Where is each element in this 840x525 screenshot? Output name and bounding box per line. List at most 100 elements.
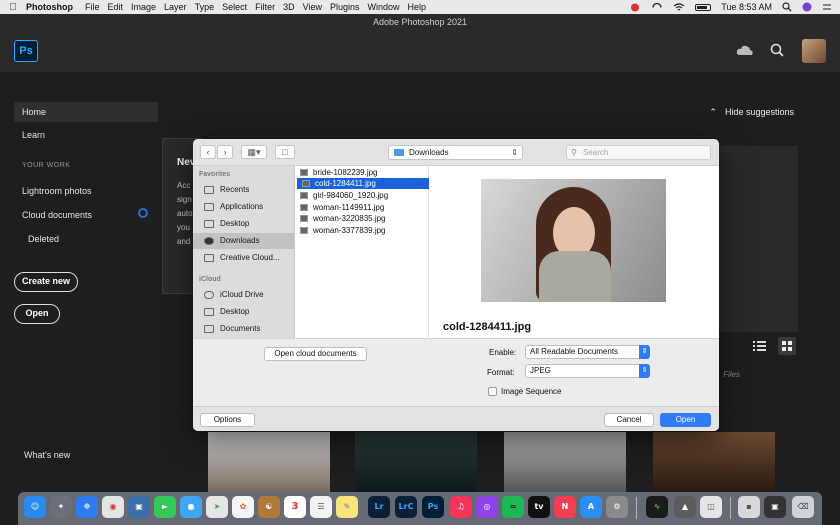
- menubar-clock[interactable]: Tue 8:53 AM: [721, 2, 772, 12]
- options-button[interactable]: Options: [200, 413, 255, 427]
- sidebar-item-icloud-desktop[interactable]: Desktop: [193, 304, 294, 320]
- menu-edit[interactable]: Edit: [108, 2, 132, 12]
- search-icon[interactable]: [770, 43, 784, 57]
- screenshot-stack-icon[interactable]: ▣: [764, 496, 786, 518]
- sidebar-item-icloud-documents[interactable]: Documents: [193, 321, 294, 337]
- list-view-icon[interactable]: [750, 337, 768, 355]
- finder-icon[interactable]: ☺: [24, 496, 46, 518]
- image-sequence-checkbox[interactable]: [488, 387, 497, 396]
- sidebar-item-icloud-drive[interactable]: iCloud Drive: [193, 287, 294, 303]
- messages-icon[interactable]: ●: [180, 496, 202, 518]
- news-icon[interactable]: N: [554, 496, 576, 518]
- grid-view-icon[interactable]: [778, 337, 796, 355]
- home-sidebar: Home Learn YOUR WORK Lightroom photos Cl…: [0, 72, 170, 492]
- hide-suggestions-toggle[interactable]: ⌃ Hide suggestions: [709, 107, 794, 118]
- script-editor-icon[interactable]: ▲: [674, 496, 696, 518]
- lightroom-icon[interactable]: Lr: [368, 496, 390, 518]
- menu-file[interactable]: File: [85, 2, 108, 12]
- recent-file-thumbnail[interactable]: [504, 432, 626, 492]
- reminders-icon[interactable]: ☰: [310, 496, 332, 518]
- file-row[interactable]: girl-984060_1920.jpg: [295, 190, 429, 201]
- recent-file-thumbnail[interactable]: [208, 432, 330, 492]
- sidebar-item-learn[interactable]: Learn: [14, 125, 158, 145]
- back-button[interactable]: ‹: [200, 145, 216, 159]
- launchpad-icon[interactable]: ✦: [50, 496, 72, 518]
- preview-app-icon[interactable]: ▣: [128, 496, 150, 518]
- format-select[interactable]: JPEG ⇕: [525, 364, 650, 378]
- file-row[interactable]: bride-1082239.jpg: [295, 167, 429, 178]
- notes-icon[interactable]: ✎: [336, 496, 358, 518]
- create-new-button[interactable]: Create new: [14, 272, 78, 292]
- wifi-icon[interactable]: [673, 2, 685, 12]
- forward-button[interactable]: ›: [217, 145, 233, 159]
- sidebar-item-home[interactable]: Home: [14, 102, 158, 122]
- file-row[interactable]: woman-3377839.jpg: [295, 225, 429, 236]
- photoshop-logo[interactable]: Ps: [14, 40, 38, 62]
- sidebar-item-recents[interactable]: Recents: [193, 182, 294, 198]
- contacts-icon[interactable]: ☯: [258, 496, 280, 518]
- user-avatar[interactable]: [802, 39, 826, 63]
- cloud-icon[interactable]: [736, 44, 754, 56]
- location-select[interactable]: Downloads ⇕: [388, 145, 523, 160]
- recent-file-thumbnail[interactable]: [355, 432, 477, 492]
- trash-icon[interactable]: ⌫: [792, 496, 814, 518]
- apple-tv-icon[interactable]: tv: [528, 496, 550, 518]
- menu-select[interactable]: Select: [222, 2, 255, 12]
- sidebar-item-applications[interactable]: Applications: [193, 199, 294, 215]
- sidebar-item-downloads[interactable]: Downloads: [193, 233, 294, 249]
- menu-image[interactable]: Image: [131, 2, 164, 12]
- open-file-button[interactable]: Open: [660, 413, 711, 427]
- chrome-icon[interactable]: ◉: [102, 496, 124, 518]
- file-row[interactable]: woman-3220835.jpg: [295, 213, 429, 224]
- sidebar-item-lightroom-photos[interactable]: Lightroom photos: [14, 181, 158, 201]
- image-capture-icon[interactable]: ◫: [700, 496, 722, 518]
- view-mode-button[interactable]: ▦▾: [241, 145, 267, 159]
- menu-view[interactable]: View: [303, 2, 330, 12]
- podcasts-icon[interactable]: ◎: [476, 496, 498, 518]
- recent-file-thumbnail[interactable]: [653, 432, 775, 492]
- menu-window[interactable]: Window: [368, 2, 408, 12]
- control-center-icon[interactable]: [822, 2, 832, 12]
- search-input[interactable]: ⚲ Search: [566, 145, 711, 160]
- file-row[interactable]: woman-1149911.jpg: [295, 202, 429, 213]
- music-icon[interactable]: ♫: [450, 496, 472, 518]
- menu-filter[interactable]: Filter: [255, 2, 283, 12]
- maps-icon[interactable]: ➤: [206, 496, 228, 518]
- app-store-icon[interactable]: A: [580, 496, 602, 518]
- menu-plugins[interactable]: Plugins: [330, 2, 368, 12]
- apple-icon[interactable]: : [0, 2, 26, 13]
- sidebar-item-deleted[interactable]: Deleted: [20, 229, 164, 249]
- image-file-icon: [300, 192, 308, 199]
- sidebar-item-cloud-documents[interactable]: Cloud documents: [14, 205, 158, 225]
- downloads-stack-icon[interactable]: ▪: [738, 496, 760, 518]
- enable-select[interactable]: All Readable Documents ⇕: [525, 345, 650, 359]
- menu-help[interactable]: Help: [408, 2, 435, 12]
- open-button[interactable]: Open: [14, 304, 60, 324]
- sidebar-item-creative-cloud[interactable]: Creative Cloud...: [193, 250, 294, 266]
- file-row-selected[interactable]: cold-1284411.jpg: [297, 178, 429, 189]
- cancel-button[interactable]: Cancel: [604, 413, 654, 427]
- lightroom-classic-icon[interactable]: LrC: [395, 496, 417, 518]
- creative-cloud-status-icon[interactable]: [629, 3, 641, 12]
- siri-icon[interactable]: [802, 2, 812, 12]
- battery-icon[interactable]: [695, 3, 712, 11]
- menu-layer[interactable]: Layer: [164, 2, 195, 12]
- open-cloud-documents-button[interactable]: Open cloud documents: [264, 347, 367, 361]
- menu-type[interactable]: Type: [195, 2, 223, 12]
- spotlight-search-icon[interactable]: [782, 2, 792, 12]
- safari-icon[interactable]: ❉: [76, 496, 98, 518]
- facetime-icon[interactable]: ►: [154, 496, 176, 518]
- system-preferences-icon[interactable]: ⚙: [606, 496, 628, 518]
- whats-new-link[interactable]: What's new: [24, 450, 70, 460]
- new-folder-button[interactable]: □: [275, 145, 295, 159]
- menu-app-photoshop[interactable]: Photoshop: [26, 2, 81, 12]
- photoshop-dock-icon[interactable]: Ps: [422, 496, 444, 518]
- photos-icon[interactable]: ✿: [232, 496, 254, 518]
- calendar-icon[interactable]: 3: [284, 496, 306, 518]
- sync-icon[interactable]: [651, 2, 663, 12]
- activity-monitor-icon[interactable]: ∿: [646, 496, 668, 518]
- spotify-icon[interactable]: ≈: [502, 496, 524, 518]
- suggestion-card[interactable]: [708, 146, 798, 332]
- menu-3d[interactable]: 3D: [283, 2, 303, 12]
- sidebar-item-desktop[interactable]: Desktop: [193, 216, 294, 232]
